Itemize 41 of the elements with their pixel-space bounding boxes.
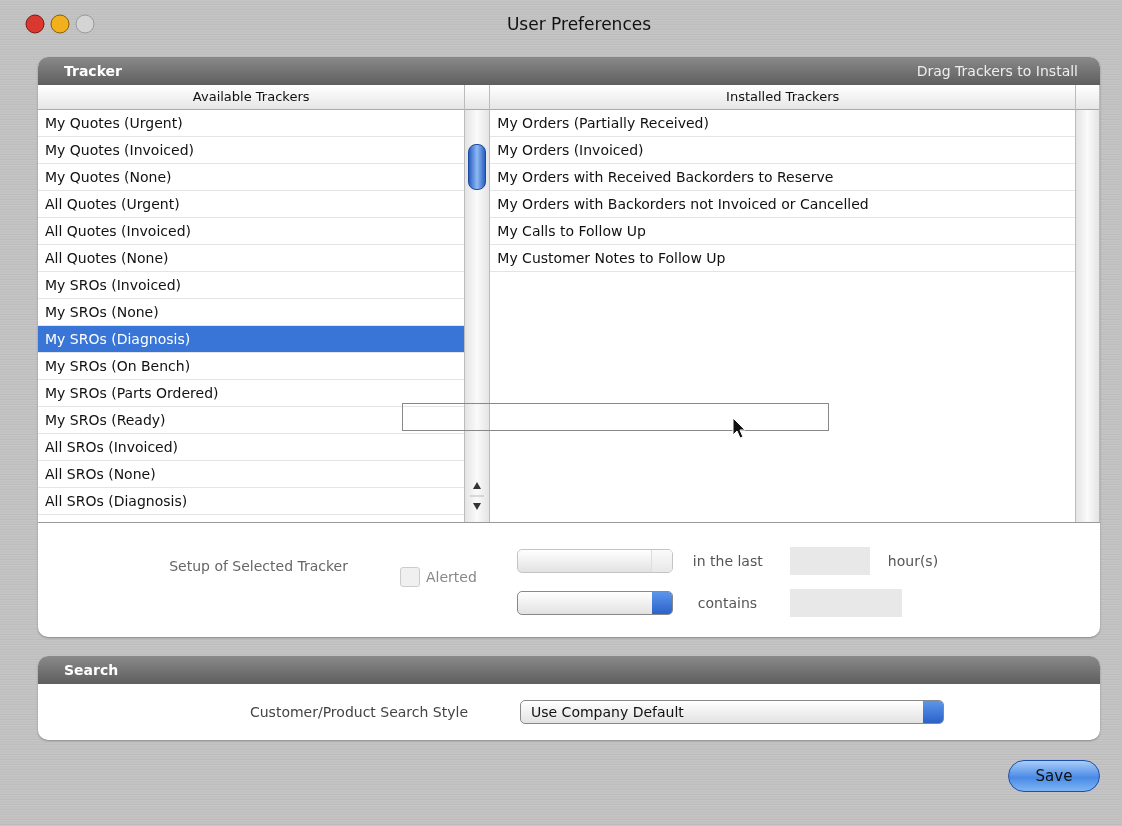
search-style-dropdown[interactable]: Use Company Default bbox=[520, 700, 944, 724]
setup-label: Setup of Selected Tracker bbox=[168, 557, 348, 575]
list-item[interactable]: My SROs (Invoiced) bbox=[38, 272, 465, 299]
list-item[interactable]: All SROs (Invoiced) bbox=[38, 434, 465, 461]
contains-label: contains bbox=[696, 595, 759, 611]
list-item[interactable]: My Customer Notes to Follow Up bbox=[490, 245, 1076, 272]
list-item[interactable]: My Quotes (Invoiced) bbox=[38, 137, 465, 164]
list-item[interactable]: My Orders (Invoiced) bbox=[490, 137, 1076, 164]
column-header[interactable]: Available Trackers bbox=[38, 85, 465, 110]
list-item[interactable]: My SROs (Ready) bbox=[38, 407, 465, 434]
list-item[interactable]: All Quotes (None) bbox=[38, 245, 465, 272]
list-item[interactable]: My SROs (Diagnosis) bbox=[38, 326, 465, 353]
column-header[interactable]: Installed Trackers bbox=[490, 85, 1076, 110]
pointer-cursor-icon bbox=[732, 417, 748, 441]
list-item[interactable]: All SROs (Diagnosis) bbox=[38, 488, 465, 515]
list-item[interactable]: My Quotes (Urgent) bbox=[38, 110, 465, 137]
search-style-label: Customer/Product Search Style bbox=[248, 704, 468, 720]
list-item[interactable]: My Orders (Partially Received) bbox=[490, 110, 1076, 137]
scrollbar[interactable] bbox=[465, 110, 490, 522]
hours-label: hour(s) bbox=[886, 553, 939, 569]
panel-title: Search bbox=[64, 662, 119, 678]
window-controls-icon[interactable] bbox=[24, 13, 96, 35]
list-item[interactable]: My Orders with Received Backorders to Reserve bbox=[490, 164, 1076, 191]
save-button[interactable]: Save bbox=[1008, 760, 1100, 792]
list-item[interactable]: My SROs (Parts Ordered) bbox=[38, 380, 465, 407]
list-item[interactable]: All Quotes (Invoiced) bbox=[38, 218, 465, 245]
scroll-thumb[interactable] bbox=[468, 144, 487, 190]
panel-title: Tracker bbox=[64, 63, 122, 79]
in-the-last-label: in the last bbox=[691, 553, 764, 569]
list-item[interactable]: All Quotes (Urgent) bbox=[38, 191, 465, 218]
list-item[interactable]: My Quotes (None) bbox=[38, 164, 465, 191]
scrollbar[interactable] bbox=[1076, 110, 1099, 522]
list-item[interactable]: My SROs (On Bench) bbox=[38, 353, 465, 380]
list-item[interactable]: All SROs (None) bbox=[38, 461, 465, 488]
list-item[interactable]: My Orders with Backorders not Invoiced or Cancelled bbox=[490, 191, 1076, 218]
window-title: User Preferences bbox=[506, 14, 652, 34]
field-dropdown[interactable] bbox=[516, 591, 673, 615]
header-corner bbox=[1076, 85, 1099, 110]
header-corner bbox=[465, 85, 490, 110]
panel-hint: Drag Trackers to Install bbox=[916, 63, 1078, 79]
list-item[interactable]: My Calls to Follow Up bbox=[490, 218, 1076, 245]
